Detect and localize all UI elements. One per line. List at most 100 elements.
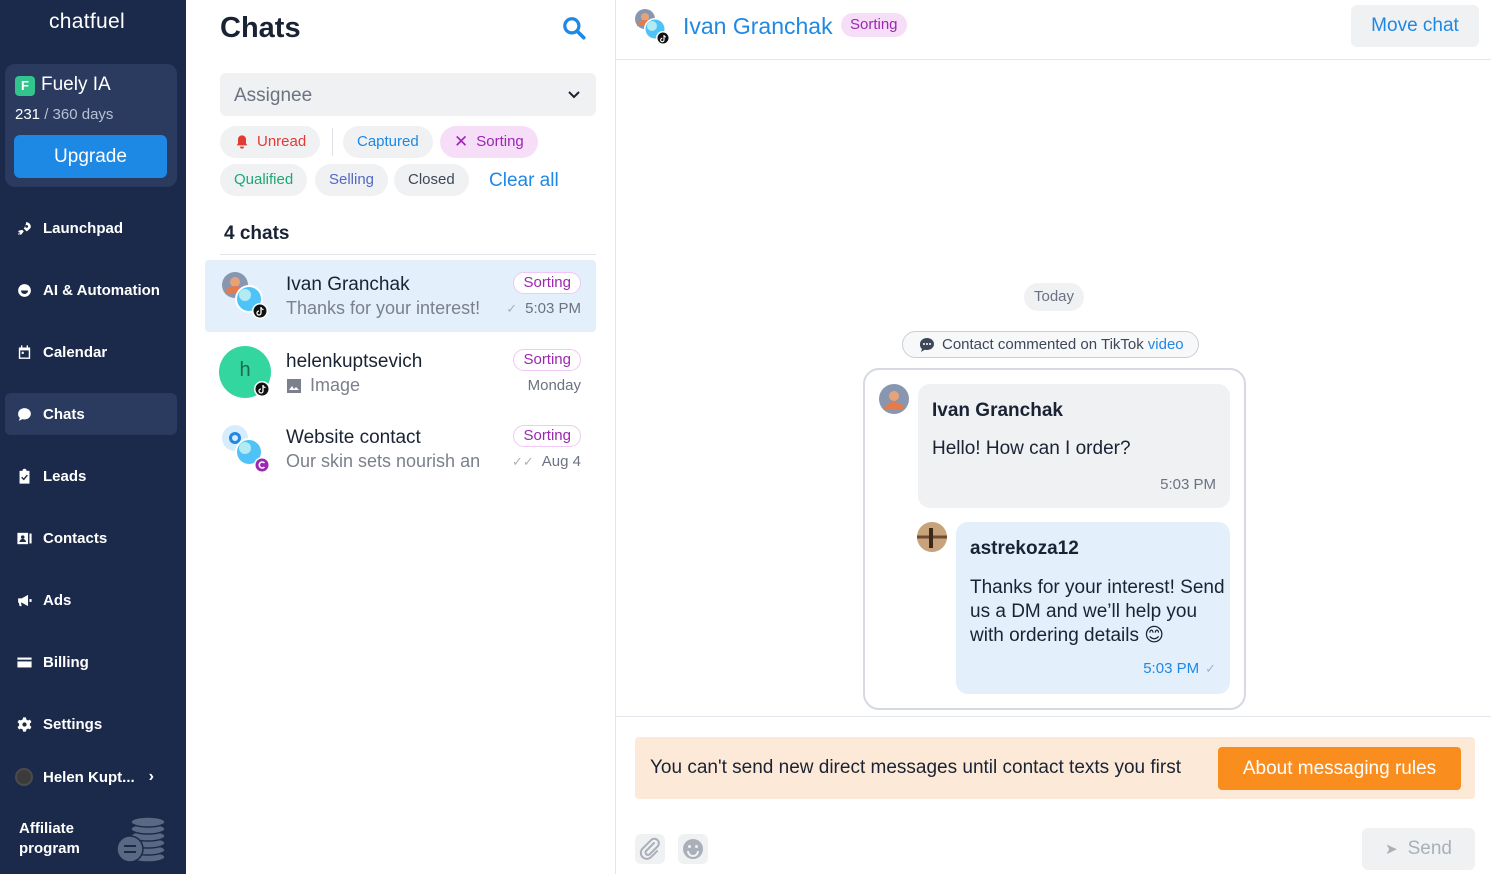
megaphone-icon <box>15 591 33 609</box>
sidebar-item-ads[interactable]: Ads <box>5 579 177 621</box>
message-time: 5:03 PM ✓ <box>1143 660 1216 677</box>
sidebar-item-ai-automation[interactable]: AI & Automation <box>5 269 177 311</box>
sidebar-item-calendar[interactable]: Calendar <box>5 331 177 373</box>
contact-avatar <box>635 9 670 45</box>
message-time: 5:03 PM <box>1160 476 1216 493</box>
search-icon[interactable] <box>561 15 587 41</box>
video-link[interactable]: video <box>1148 332 1184 357</box>
divider <box>616 716 1491 717</box>
chat-bubble-icon <box>15 405 33 423</box>
chat-list-item[interactable]: Ivan Granchak Thanks for your interest! … <box>205 260 596 332</box>
filter-closed[interactable]: Closed <box>394 164 469 196</box>
sidebar-item-settings[interactable]: Settings <box>5 703 177 745</box>
clear-all-link[interactable]: Clear all <box>489 170 559 192</box>
filter-divider <box>332 128 333 156</box>
check-icon: ✓ <box>506 300 518 316</box>
outgoing-message: astrekoza12 Thanks for your interest! Se… <box>956 522 1230 694</box>
filter-sorting[interactable]: ✕ Sorting <box>440 126 538 158</box>
chat-time: ✓✓ Aug 4 <box>512 453 581 470</box>
move-chat-button[interactable]: Move chat <box>1351 5 1479 47</box>
sidebar-item-label: Launchpad <box>43 219 124 237</box>
user-avatar <box>15 768 33 786</box>
contact-avatar <box>879 384 909 414</box>
sidebar: chatfuel F Fuely IA 231 / 360 days Upgra… <box>0 0 186 874</box>
affiliate-program-link[interactable]: Affiliate program <box>19 819 80 859</box>
gear-icon <box>15 715 33 733</box>
assignee-placeholder: Assignee <box>234 85 313 106</box>
chat-preview: Thanks for your interest! <box>286 298 480 318</box>
affiliate-line-1: Affiliate <box>19 820 75 837</box>
messaging-rules-banner: You can't send new direct messages until… <box>635 737 1475 799</box>
chat-time-label: 5:03 PM <box>525 300 581 317</box>
close-icon[interactable]: ✕ <box>454 126 468 158</box>
status-badge: Sorting <box>513 349 581 371</box>
date-divider: Today <box>1024 283 1085 311</box>
filter-unread[interactable]: Unread <box>220 126 321 158</box>
sidebar-item-billing[interactable]: Billing <box>5 641 177 683</box>
conversation-pane: Ivan Granchak Sorting Move chat Today Co… <box>616 0 1491 874</box>
upgrade-button[interactable]: Upgrade <box>14 135 167 178</box>
message-author: Ivan Granchak <box>932 400 1063 421</box>
status-badge: Sorting <box>513 272 581 294</box>
chat-list-pane: Chats Assignee Unread Captured ✕ Sorting… <box>186 0 616 874</box>
message-author: astrekoza12 <box>970 538 1079 559</box>
sidebar-item-label: Calendar <box>43 343 108 361</box>
user-name: Helen Kupt... <box>43 768 135 786</box>
sidebar-item-contacts[interactable]: Contacts <box>5 517 177 559</box>
chevron-right-icon: › <box>148 768 154 785</box>
sidebar-item-label: Ads <box>43 591 72 609</box>
check-icon: ✓ <box>1205 660 1216 676</box>
chat-contact-name: Ivan Granchak <box>286 274 410 295</box>
bell-icon <box>236 135 248 149</box>
comment-icon <box>919 337 934 352</box>
rocket-icon <box>15 219 33 237</box>
chat-list-item[interactable]: h helenkuptsevich Image Sorting Monday <box>205 337 596 409</box>
comment-thread: Ivan Granchak Hello! How can I order? 5:… <box>863 368 1246 710</box>
message-text: Thanks for your interest! Send us a DM a… <box>970 577 1225 646</box>
filter-unread-label: Unread <box>257 133 307 150</box>
user-menu[interactable]: Helen Kupt... › <box>15 768 154 786</box>
chat-time: Monday <box>527 377 581 394</box>
affiliate-line-2: program <box>19 840 80 857</box>
chat-list-item[interactable]: Website contact Our skin sets nourish an… <box>205 413 596 485</box>
status-badge[interactable]: Sorting <box>841 13 907 37</box>
sidebar-item-label: Billing <box>43 653 89 671</box>
conversation-header: Ivan Granchak Sorting Move chat <box>616 0 1491 60</box>
divider <box>220 254 596 255</box>
send-label: Send <box>1407 838 1452 859</box>
sidebar-item-label: Leads <box>43 467 87 485</box>
contact-name[interactable]: Ivan Granchak <box>683 13 833 40</box>
contact-avatar <box>222 272 268 319</box>
image-icon <box>287 378 301 393</box>
credit-card-icon <box>15 653 33 671</box>
sidebar-item-label: Settings <box>43 715 103 733</box>
chat-count: 4 chats <box>224 223 290 244</box>
rules-text: You can't send new direct messages until… <box>650 757 1181 778</box>
filter-qualified[interactable]: Qualified <box>220 164 308 196</box>
avatar-letter: h <box>239 359 251 381</box>
sidebar-item-label: AI & Automation <box>43 281 160 299</box>
chevron-down-icon <box>568 91 580 99</box>
calendar-icon <box>15 343 33 361</box>
workspace-name[interactable]: Fuely IA <box>41 74 111 96</box>
note-text: Contact commented on TikTok <box>942 336 1144 353</box>
app-logo[interactable]: chatfuel <box>49 10 125 34</box>
chat-preview: Our skin sets nourish and <box>286 451 480 471</box>
sidebar-item-launchpad[interactable]: Launchpad <box>5 207 177 249</box>
filter-selling[interactable]: Selling <box>315 164 389 196</box>
page-title: Chats <box>220 12 301 44</box>
paperclip-icon[interactable] <box>635 834 665 864</box>
contact-avatar <box>222 425 270 473</box>
assignee-select[interactable]: Assignee <box>220 73 596 116</box>
sidebar-item-chats[interactable]: Chats <box>5 393 177 435</box>
workspace-badge: F <box>15 76 35 96</box>
filter-captured[interactable]: Captured <box>343 126 433 158</box>
sidebar-item-leads[interactable]: Leads <box>5 455 177 497</box>
coins-icon <box>116 816 166 863</box>
emoji-icon[interactable] <box>678 834 708 864</box>
chat-time: ✓ 5:03 PM <box>506 300 581 317</box>
about-messaging-rules-button[interactable]: About messaging rules <box>1218 747 1461 790</box>
plan-card: F Fuely IA 231 / 360 days Upgrade <box>5 64 177 187</box>
send-button[interactable]: ➤ Send <box>1362 828 1475 870</box>
plan-days-total: / 360 days <box>44 106 114 123</box>
